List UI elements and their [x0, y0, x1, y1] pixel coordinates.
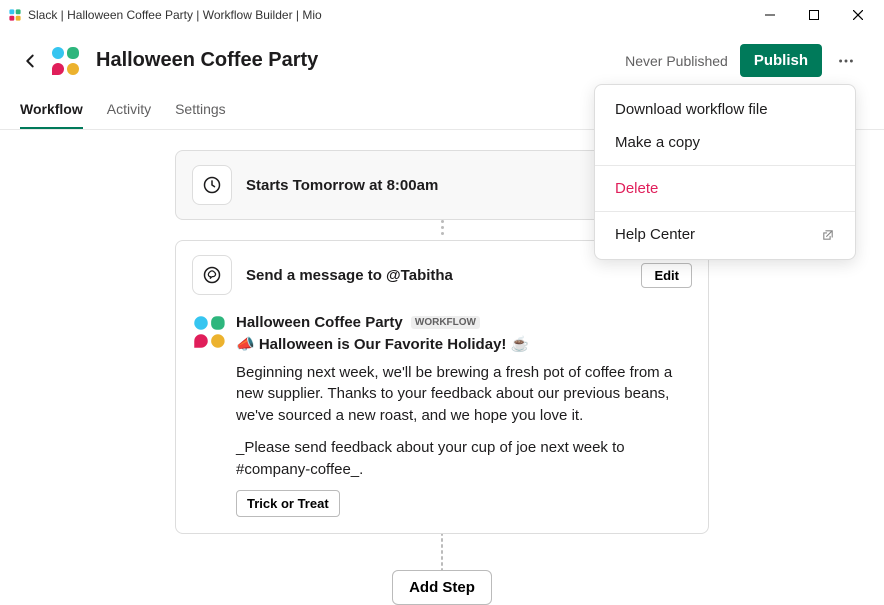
menu-delete[interactable]: Delete [595, 172, 855, 205]
minimize-button[interactable] [748, 1, 792, 29]
message-icon [192, 255, 232, 295]
more-actions-menu: Download workflow file Make a copy Delet… [594, 84, 856, 260]
step-title: Send a message to @Tabitha [246, 267, 641, 284]
back-button[interactable] [18, 49, 42, 73]
close-button[interactable] [836, 1, 880, 29]
workflow-logo [50, 45, 82, 77]
external-link-icon [821, 228, 835, 242]
slack-icon [8, 8, 22, 22]
tab-settings[interactable]: Settings [175, 93, 226, 129]
header: Halloween Coffee Party Never Published P… [0, 30, 884, 91]
message-feedback: _Please send feedback about your cup of … [236, 437, 692, 481]
window-title: Slack | Halloween Coffee Party | Workflo… [28, 8, 748, 22]
tab-activity[interactable]: Activity [107, 93, 151, 129]
maximize-button[interactable] [792, 1, 836, 29]
menu-download[interactable]: Download workflow file [595, 93, 855, 126]
trigger-text: Starts Tomorrow at 8:00am [246, 177, 438, 194]
message-step-card: Send a message to @Tabitha Edit Hallowee… [175, 240, 709, 534]
trick-or-treat-button[interactable]: Trick or Treat [236, 490, 340, 517]
message-preview: Halloween Coffee Party WORKFLOW 📣 Hallow… [176, 306, 708, 533]
tab-workflow[interactable]: Workflow [20, 93, 83, 129]
app-avatar [192, 314, 228, 350]
more-actions-button[interactable] [832, 47, 860, 75]
message-body: Beginning next week, we'll be brewing a … [236, 362, 692, 427]
message-content: Halloween Coffee Party WORKFLOW 📣 Hallow… [236, 312, 692, 517]
edit-button[interactable]: Edit [641, 263, 692, 288]
page-title: Halloween Coffee Party [96, 49, 625, 72]
connector [440, 220, 444, 240]
titlebar: Slack | Halloween Coffee Party | Workflo… [0, 0, 884, 30]
clock-icon [192, 165, 232, 205]
menu-help-center[interactable]: Help Center [595, 218, 855, 251]
menu-help-label: Help Center [615, 226, 695, 243]
window-controls [748, 1, 880, 29]
message-title: 📣 Halloween is Our Favorite Holiday! ☕ [236, 334, 692, 356]
menu-make-copy[interactable]: Make a copy [595, 126, 855, 159]
ellipsis-icon [837, 52, 855, 70]
workflow-badge: WORKFLOW [411, 316, 480, 329]
connector [440, 534, 444, 570]
menu-separator [595, 211, 855, 212]
menu-separator [595, 165, 855, 166]
app-name: Halloween Coffee Party [236, 314, 403, 331]
add-step-button[interactable]: Add Step [392, 570, 492, 605]
publish-status: Never Published [625, 53, 728, 69]
publish-button[interactable]: Publish [740, 44, 822, 77]
